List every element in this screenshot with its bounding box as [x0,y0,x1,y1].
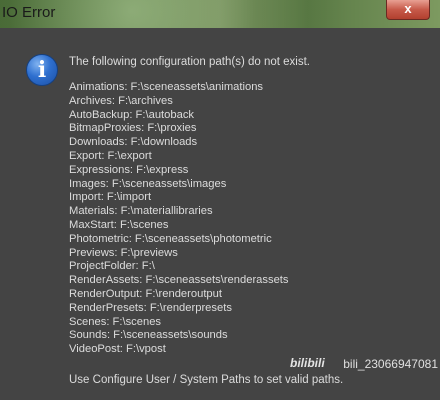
path-item: BitmapProxies: F:\proxies [69,122,197,135]
path-item: VideoPost: F:\vpost [69,343,166,356]
path-item: RenderAssets: F:\sceneassets\renderasset… [69,274,289,287]
path-item: Export: F:\export [69,149,152,162]
path-item: Photometric: F:\sceneassets\photometric [69,232,272,245]
path-item: Images: F:\sceneassets\images [69,177,227,190]
path-item: Materials: F:\materiallibraries [69,205,213,218]
dialog-content: i The following configuration path(s) do… [0,28,440,400]
path-item: Previews: F:\previews [69,246,178,259]
info-icon: i [26,54,58,86]
path-item: Downloads: F:\downloads [69,136,198,149]
path-item: Animations: F:\sceneassets\animations [69,81,264,93]
help-message: Use Configure User / System Paths to set… [69,374,344,386]
title-bar-background [0,0,440,28]
close-button[interactable]: x [386,0,430,20]
missing-paths-list: Animations: F:\sceneassets\animations Ar… [69,81,289,357]
path-item: RenderPresets: F:\renderpresets [69,301,232,314]
window-title: IO Error [2,4,56,21]
info-icon-glyph: i [37,57,47,83]
watermark-logo: bilibili [290,356,325,370]
path-item: ProjectFolder: F:\ [69,260,155,273]
path-item: Import: F:\import [69,191,152,204]
title-bar[interactable]: IO Error x [0,0,440,28]
watermark-text: bili_23066947081 [343,357,438,371]
io-error-dialog: IO Error x i The following configuration… [0,0,440,400]
path-item: AutoBackup: F:\autoback [69,108,195,121]
path-item: Sounds: F:\sceneassets\sounds [69,329,228,342]
path-item: Archives: F:\archives [69,94,173,107]
path-item: RenderOutput: F:\renderoutput [69,287,222,300]
path-item: Scenes: F:\scenes [69,315,162,328]
path-item: MaxStart: F:\scenes [69,218,169,231]
path-item: Expressions: F:\express [69,163,189,176]
message-heading: The following configuration path(s) do n… [69,56,310,68]
close-icon: x [404,1,412,16]
